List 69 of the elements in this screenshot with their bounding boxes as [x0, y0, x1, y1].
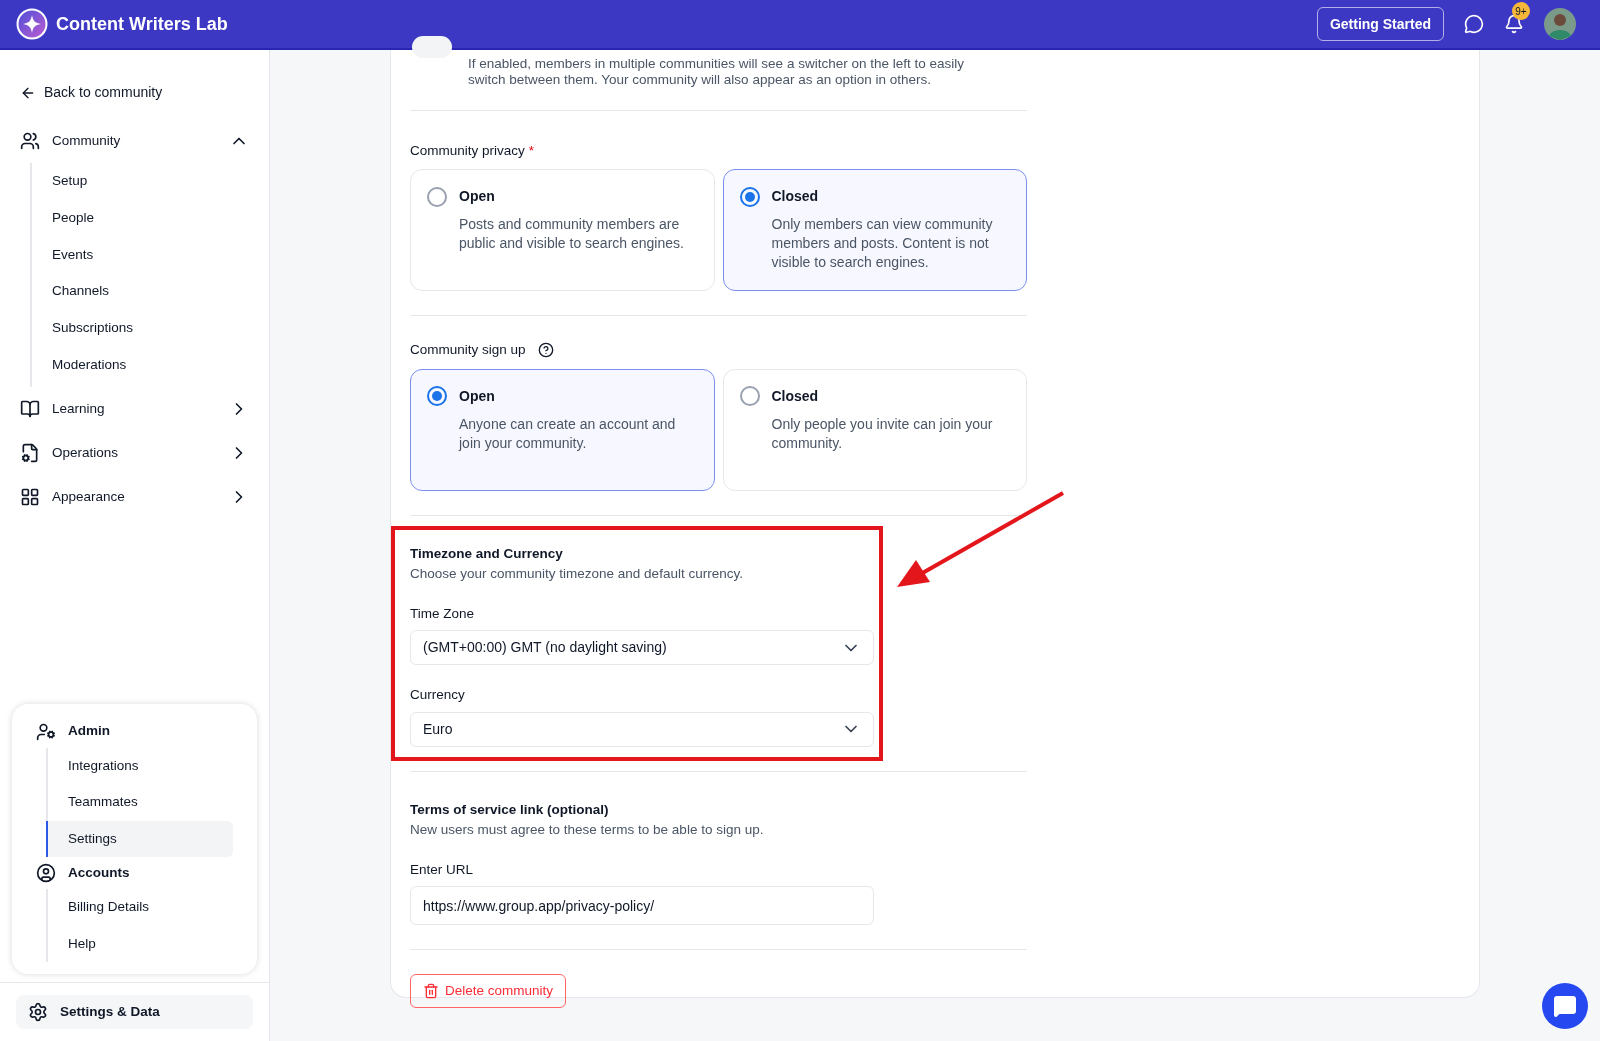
option-title: Open [459, 386, 495, 406]
option-title: Open [459, 187, 495, 207]
sidebar-group[interactable]: Community [20, 119, 249, 163]
field-label: Community sign up [410, 341, 526, 360]
document-gear-icon [20, 443, 40, 464]
field-label: Time Zone [410, 605, 476, 623]
sidebar-item[interactable]: Channels [52, 273, 249, 310]
field-label: Currency [410, 686, 466, 705]
option-description: Only people you invite can join your community. [771, 414, 994, 453]
delete-community-button[interactable]: Delete community [410, 974, 567, 1009]
settings-icon [28, 1002, 48, 1022]
back-link[interactable]: Back to community [20, 82, 269, 103]
option-card[interactable]: Open Posts and community members are public and visible to search engines. [410, 169, 715, 292]
help-icon[interactable] [537, 342, 554, 359]
option-description: Only members can view community members and posts. Content is not visible to search engines. [771, 215, 994, 273]
sidebar-item[interactable]: Subscriptions [52, 309, 249, 347]
user-circle-icon [36, 863, 56, 883]
notification-badge: 9+ [1512, 2, 1530, 20]
menu-item[interactable]: Billing Details [48, 889, 233, 926]
trash-icon [423, 983, 439, 1000]
section-description: Choose your community timezone and default currency. [410, 564, 744, 583]
option-card[interactable]: Open Anyone can create an account and join your community. [410, 368, 715, 491]
user-gear-icon [36, 721, 56, 742]
chat-icon[interactable] [1464, 14, 1484, 34]
sidebar-item[interactable]: Setup [52, 163, 249, 200]
chat-bubble-icon [1553, 994, 1577, 1018]
url-field[interactable]: https://www.group.app/privacy-policy/ [410, 886, 874, 926]
menu-item[interactable]: Settings [48, 820, 233, 857]
option-card[interactable]: Closed Only members can view community members and posts. Content is not visible to search engines. [722, 169, 1027, 292]
field-label: Enter URL [410, 861, 475, 879]
select-field[interactable]: Euro [410, 711, 874, 747]
sidebar-item[interactable]: Events [52, 236, 249, 274]
field-label: Community privacy [410, 142, 525, 160]
sidebar-group[interactable]: Learning [20, 387, 249, 432]
menu-item[interactable]: Integrations [48, 747, 233, 784]
toggle-switch[interactable] [412, 36, 452, 58]
menu-section-label: Accounts [68, 863, 130, 882]
sidebar-item[interactable]: Moderations [52, 346, 249, 384]
radio-button[interactable] [739, 186, 760, 207]
settings-data-button[interactable]: Settings & Data [16, 995, 253, 1029]
app-title: Content Writers Lab [56, 12, 228, 36]
radio-button[interactable] [427, 186, 447, 207]
bell-icon[interactable] [1504, 14, 1524, 34]
book-icon [20, 399, 40, 420]
section-title: Timezone and Currency [410, 544, 564, 563]
required-mark: * [528, 142, 535, 160]
menu-section-label: Admin [68, 722, 110, 741]
menu-item[interactable]: Help [48, 925, 233, 962]
avatar-icon[interactable] [1544, 8, 1576, 40]
chat-button[interactable] [1542, 983, 1588, 1029]
section-description: New users must agree to these terms to be able to sign up. [410, 820, 765, 839]
grid-icon [20, 487, 40, 508]
people-icon [20, 131, 40, 151]
sparkle-logo-icon [16, 8, 48, 40]
option-description: Posts and community members are public and visible to search engines. [459, 215, 685, 254]
radio-button[interactable] [739, 386, 760, 406]
menu-item[interactable]: Teammates [48, 784, 233, 821]
section-title: Terms of service link (optional) [410, 800, 610, 819]
option-description: Anyone can create an account and join your community. [459, 414, 677, 453]
option-title: Closed [771, 187, 819, 207]
switcher-description: If enabled, members in multiple communities will see a switcher on the left to easily switch between them. Your community will also appear as an option in others. [468, 56, 965, 88]
sidebar-item[interactable]: People [52, 199, 249, 237]
sidebar-group[interactable]: Appearance [20, 475, 249, 520]
option-card[interactable]: Closed Only people you invite can join your community. [722, 368, 1027, 491]
sidebar-group[interactable]: Operations [20, 431, 249, 476]
select-field[interactable]: (GMT+00:00) GMT (no daylight saving) [410, 630, 874, 666]
option-title: Closed [771, 386, 819, 406]
getting-started-button[interactable]: Getting Started [1316, 7, 1444, 41]
radio-button[interactable] [427, 386, 447, 406]
